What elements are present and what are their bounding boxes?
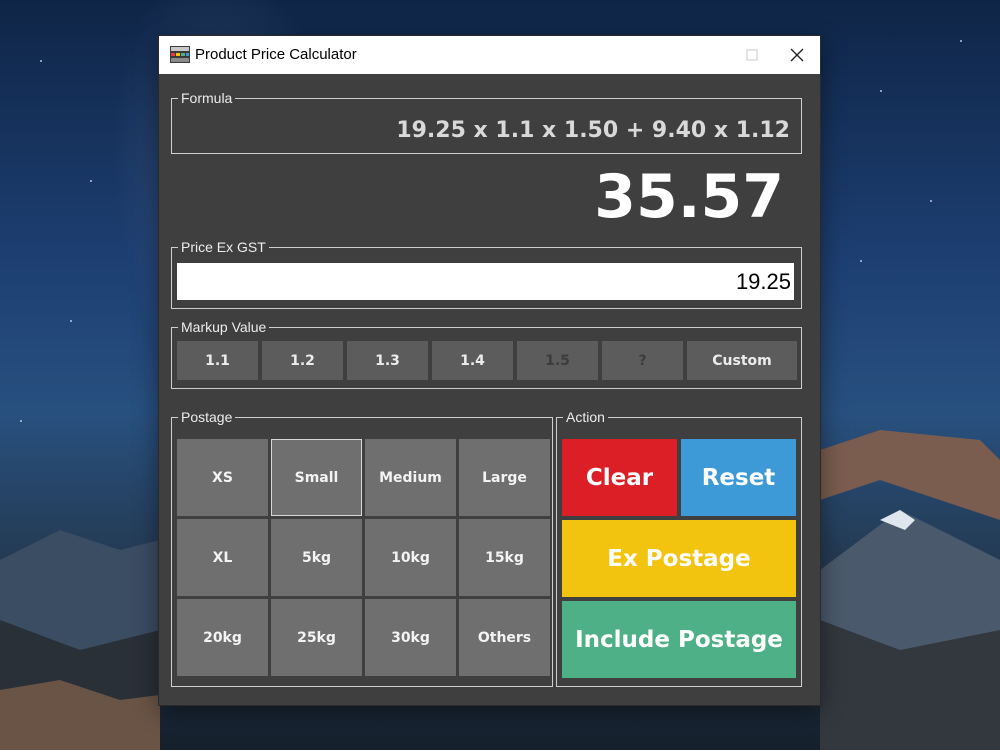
formula-group: Formula 19.25 x 1.1 x 1.50 + 9.40 x 1.12 [171,90,802,154]
close-button[interactable] [774,36,820,74]
markup-value-group: Markup Value 1.1 1.2 1.3 1.4 1.5 ? Custo… [171,319,802,389]
postage-button-xs[interactable]: XS [177,439,268,516]
markup-button-custom[interactable]: Custom [687,341,797,380]
markup-button-1-2[interactable]: 1.2 [262,341,343,380]
maximize-icon [746,49,758,61]
postage-button-large[interactable]: Large [459,439,550,516]
postage-button-15kg[interactable]: 15kg [459,519,550,596]
reset-button[interactable]: Reset [681,439,796,516]
postage-button-10kg[interactable]: 10kg [365,519,456,596]
maximize-button[interactable] [729,36,775,74]
postage-legend: Postage [181,409,233,425]
markup-button-1-3[interactable]: 1.3 [347,341,428,380]
action-legend: Action [566,409,605,425]
postage-group: Postage XS Small Medium Large XL 5kg 10k… [171,409,553,687]
formula-text: 19.25 x 1.1 x 1.50 + 9.40 x 1.12 [396,118,790,143]
postage-button-medium[interactable]: Medium [365,439,456,516]
postage-button-30kg[interactable]: 30kg [365,599,456,676]
markup-value-legend: Markup Value [181,319,267,335]
minimize-icon [701,54,711,56]
postage-button-20kg[interactable]: 20kg [177,599,268,676]
markup-button-1-4[interactable]: 1.4 [432,341,513,380]
markup-button-unknown[interactable]: ? [602,341,683,380]
price-ex-gst-input[interactable] [177,263,794,300]
price-ex-gst-group: Price Ex GST [171,239,802,309]
minimize-button[interactable] [683,36,729,74]
include-postage-button[interactable]: Include Postage [562,601,796,678]
result-value: 35.57 [594,162,784,232]
price-ex-gst-legend: Price Ex GST [181,239,266,255]
app-window: Product Price Calculator Formula 19.25 x… [159,36,820,705]
close-icon [790,48,804,62]
postage-button-5kg[interactable]: 5kg [271,519,362,596]
markup-button-1-1[interactable]: 1.1 [177,341,258,380]
postage-button-xl[interactable]: XL [177,519,268,596]
title-bar[interactable]: Product Price Calculator [159,36,820,74]
markup-button-1-5[interactable]: 1.5 [517,341,598,380]
postage-button-others[interactable]: Others [459,599,550,676]
postage-button-25kg[interactable]: 25kg [271,599,362,676]
postage-button-small[interactable]: Small [271,439,362,516]
ex-postage-button[interactable]: Ex Postage [562,520,796,597]
calculator-app-icon [170,46,190,63]
clear-button[interactable]: Clear [562,439,677,516]
action-group: Action Clear Reset Ex Postage Include Po… [556,409,802,687]
formula-legend: Formula [181,90,233,106]
window-title: Product Price Calculator [195,46,357,63]
